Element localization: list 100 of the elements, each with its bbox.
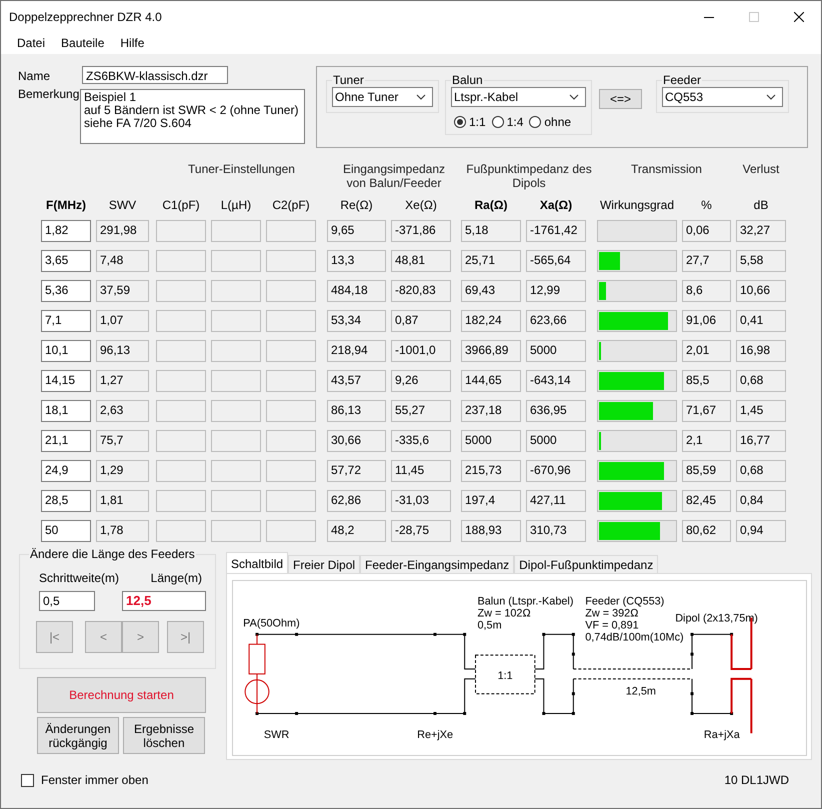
menu-item[interactable]: Hilfe: [112, 34, 152, 52]
value-field: 5000: [526, 430, 586, 452]
value-field: 69,43: [461, 280, 521, 302]
column-group-heading: Eingangsimpedanz von Balun/Feeder: [342, 162, 446, 192]
value-field: 237,18: [461, 400, 521, 422]
value-field: 3966,89: [461, 340, 521, 362]
dropdown[interactable]: Ltspr.-Kabel: [451, 87, 586, 107]
column-heading: Xa(Ω): [540, 198, 572, 212]
tab[interactable]: Feeder-Eingangsimpedanz: [360, 555, 514, 573]
radio-button[interactable]: [492, 116, 504, 128]
window-title: Doppelzepprechner DZR 4.0: [8, 10, 163, 24]
swap-button[interactable]: <=>: [599, 89, 642, 109]
frequency-field[interactable]: 3,65: [41, 250, 91, 272]
value-field: 85,59: [682, 460, 731, 482]
undo-button[interactable]: Änderungen rückgängig: [37, 717, 119, 754]
clear-button[interactable]: Ergebnisse löschen: [123, 717, 205, 754]
tab[interactable]: Freier Dipol: [288, 555, 360, 573]
feeder-label: Feeder (CQ553): [585, 596, 664, 608]
empty-field: [211, 400, 261, 422]
value-field: 43,57: [327, 370, 386, 392]
value-field: -643,14: [526, 370, 586, 392]
empty-field: [211, 370, 261, 392]
empty-field: [211, 250, 261, 272]
step-field[interactable]: 0,5: [39, 591, 95, 611]
value-field: -335,6: [391, 430, 451, 452]
chevron-down-icon: [569, 94, 579, 100]
value-field: 25,71: [461, 250, 521, 272]
column-heading: C2(pF): [272, 198, 310, 212]
empty-field: [156, 520, 206, 542]
empty-field: [266, 460, 316, 482]
column-group-heading: Transmission: [630, 162, 703, 178]
feeder-label: 0,74dB/100m(10Mc): [585, 631, 684, 644]
value-field: 218,94: [327, 340, 386, 362]
value-field: 27,7: [682, 250, 731, 272]
value-field: 7,48: [96, 250, 149, 272]
step-label: Schrittweite(m): [39, 571, 120, 585]
empty-field: [211, 280, 261, 302]
frequency-field[interactable]: 24,9: [41, 460, 91, 482]
tab[interactable]: Dipol-Fußpunktimpedanz: [514, 555, 658, 573]
tab[interactable]: Schaltbild: [226, 552, 288, 573]
value-field: 623,66: [526, 310, 586, 332]
value-field: 310,73: [526, 520, 586, 542]
value-field: 85,5: [682, 370, 731, 392]
radio-button[interactable]: [529, 116, 542, 128]
frequency-field[interactable]: 1,82: [41, 220, 91, 242]
frequency-field[interactable]: 28,5: [41, 490, 91, 512]
frequency-field[interactable]: 14,15: [41, 370, 91, 392]
menu-item[interactable]: Datei: [9, 34, 54, 52]
remark-field[interactable]: Beispiel 1 auf 5 Bändern ist SWR < 2 (ohne Tuner) siehe FA 7/20 S.604: [80, 89, 305, 144]
empty-field: [156, 340, 206, 362]
name-field[interactable]: ZS6BKW-klassisch.dzr: [82, 66, 228, 84]
value-field: 1,07: [96, 310, 149, 332]
value-field: 182,24: [461, 310, 521, 332]
frequency-field[interactable]: 7,1: [41, 310, 91, 332]
radio-label: ohne: [544, 115, 572, 129]
column-heading: C1(pF): [162, 198, 200, 212]
menu-item[interactable]: Bauteile: [53, 34, 112, 52]
value-field: -565,64: [526, 250, 586, 272]
value-field: 53,34: [327, 310, 386, 332]
value-field: -670,96: [526, 460, 586, 482]
value-field: 5,18: [461, 220, 521, 242]
empty-field: [266, 430, 316, 452]
value-field: 9,65: [327, 220, 386, 242]
value-field: -1761,42: [526, 220, 586, 242]
start-button[interactable]: Berechnung starten: [37, 677, 206, 713]
length-field[interactable]: 12,5: [122, 591, 206, 611]
empty-field: [266, 400, 316, 422]
empty-field: [211, 490, 261, 512]
value-field: 2,63: [96, 400, 149, 422]
frequency-field[interactable]: 5,36: [41, 280, 91, 302]
value-field: 86,13: [327, 400, 386, 422]
dropdown[interactable]: Ohne Tuner: [332, 87, 433, 107]
empty-field: [156, 280, 206, 302]
group-label: Feeder: [662, 73, 702, 87]
radio-label: 1:1: [469, 115, 486, 129]
empty-field: [156, 400, 206, 422]
frequency-field[interactable]: 21,1: [41, 430, 91, 452]
empty-field: [156, 370, 206, 392]
value-field: 12,99: [526, 280, 586, 302]
radio-button[interactable]: [454, 116, 466, 128]
empty-field: [266, 340, 316, 362]
value-field: 48,81: [391, 250, 451, 272]
group-label: Balun: [451, 73, 484, 87]
value-field: 1,27: [96, 370, 149, 392]
frequency-field[interactable]: 10,1: [41, 340, 91, 362]
checkbox[interactable]: [21, 774, 34, 786]
close-icon[interactable]: [794, 12, 804, 22]
frequency-field[interactable]: 50: [41, 520, 91, 542]
value-field: 188,93: [461, 520, 521, 542]
value-field: 1,81: [96, 490, 149, 512]
frequency-field[interactable]: 18,1: [41, 400, 91, 422]
value-field: 427,11: [526, 490, 586, 512]
value-field: 8,6: [682, 280, 731, 302]
feeder-label: Zw = 392Ω: [585, 608, 638, 620]
source-label: PA(50Ohm): [243, 617, 300, 630]
dropdown[interactable]: CQ553: [662, 87, 783, 107]
column-heading: F(MHz): [46, 198, 86, 212]
value-field: 57,72: [327, 460, 386, 482]
empty-field: [266, 220, 316, 242]
length-label: 12,5m: [626, 686, 656, 698]
